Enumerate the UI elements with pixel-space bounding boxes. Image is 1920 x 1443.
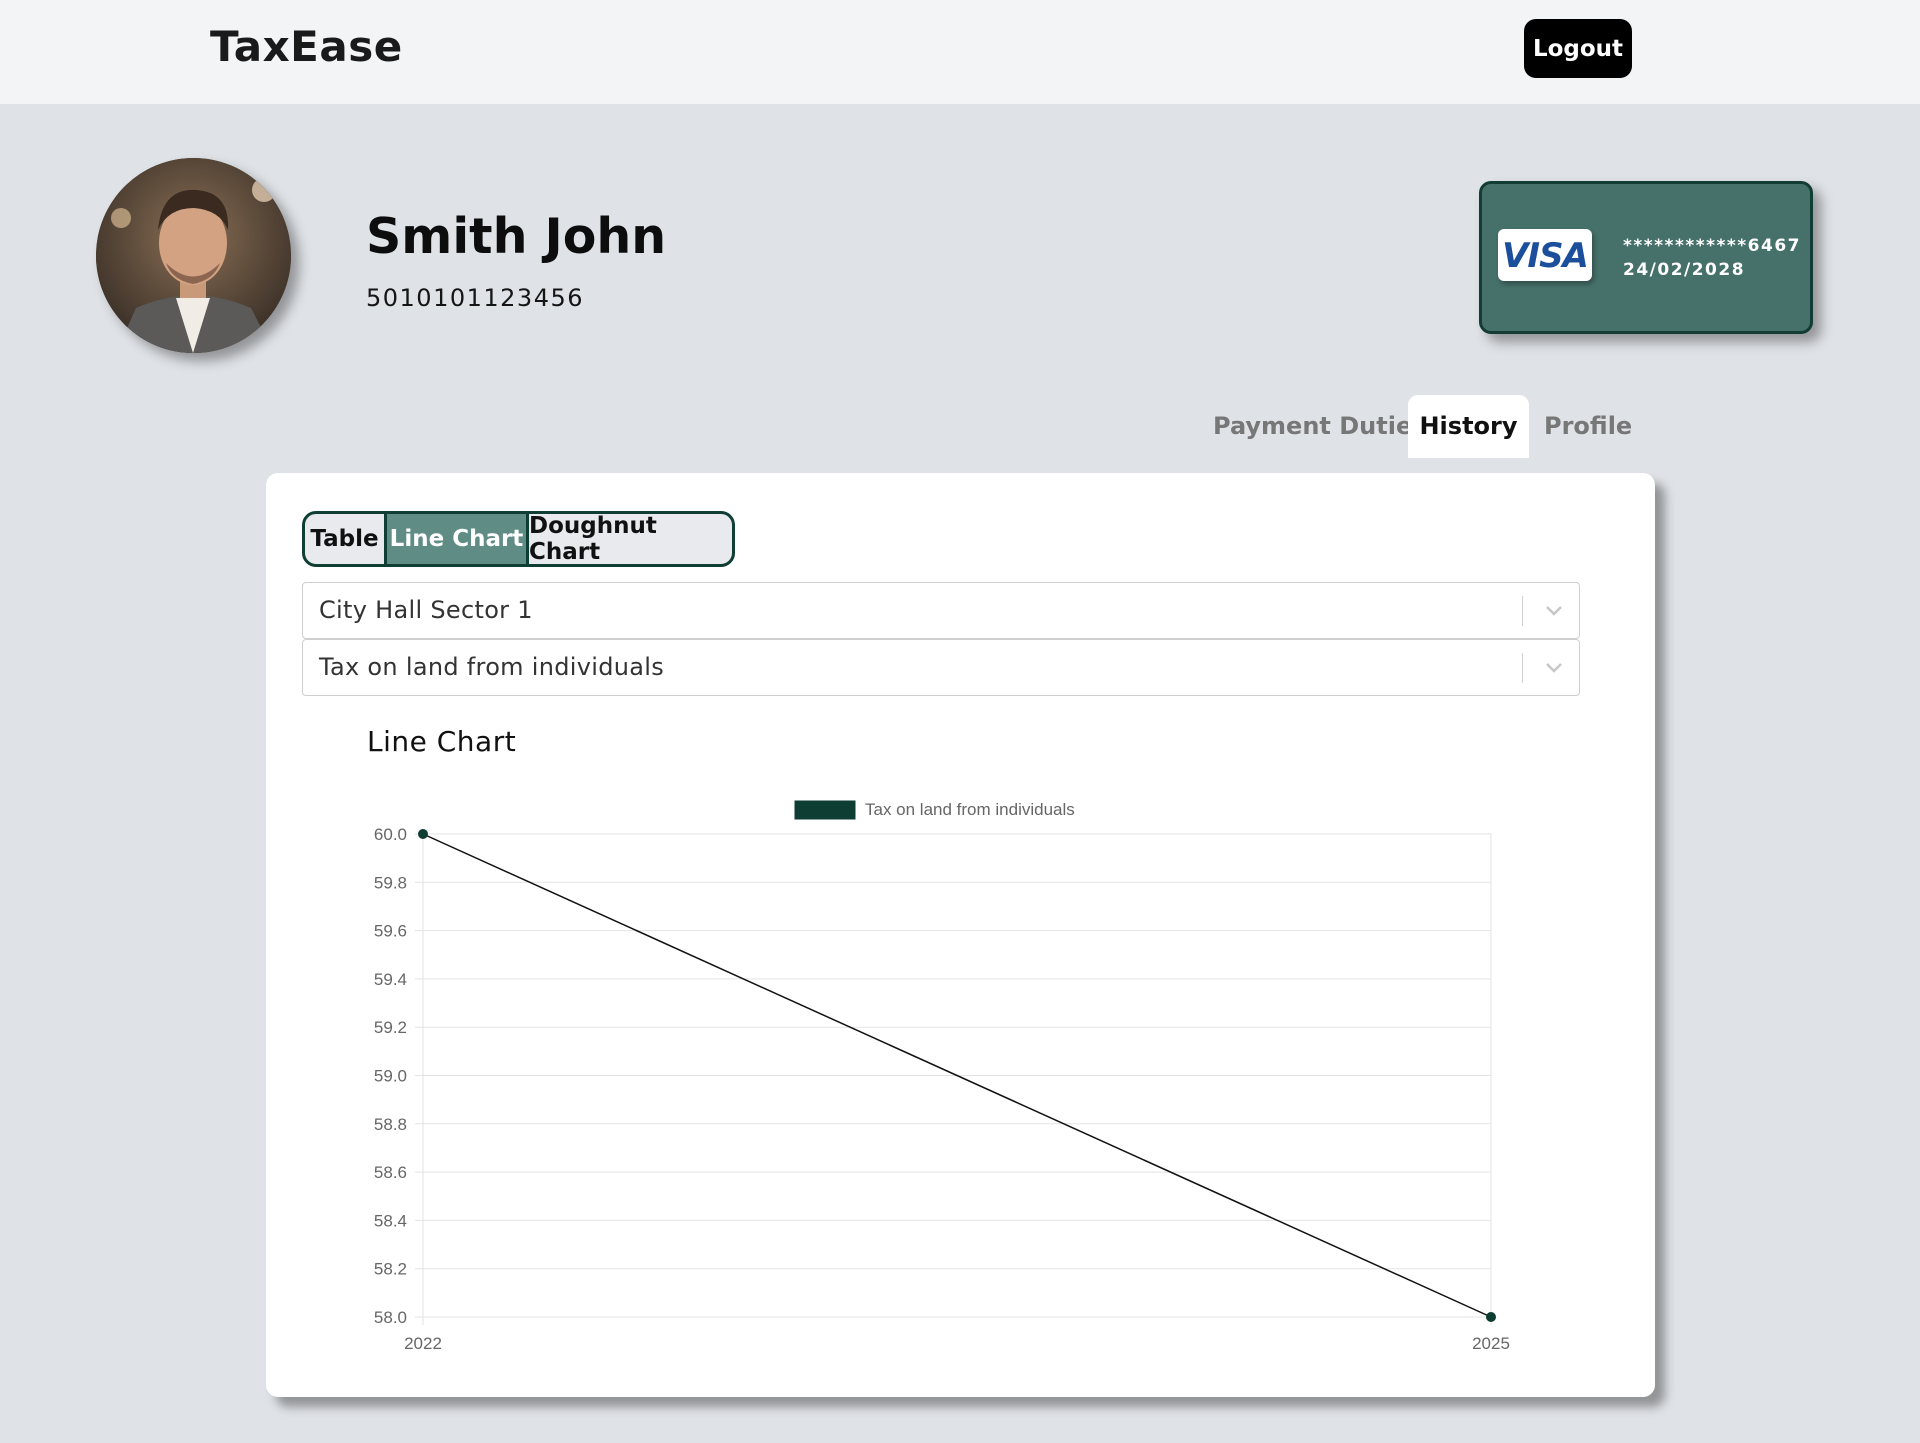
- y-tick-label: 58.2: [374, 1260, 407, 1279]
- chart-legend: Tax on land from individuals: [794, 800, 1075, 820]
- y-tick-label: 59.6: [374, 922, 407, 941]
- y-tick-label: 58.8: [374, 1115, 407, 1134]
- y-tick-label: 59.2: [374, 1018, 407, 1037]
- avatar: [96, 158, 291, 353]
- legend-swatch: [794, 800, 856, 820]
- y-tick-label: 60.0: [374, 825, 407, 844]
- data-point: [418, 829, 428, 839]
- x-tick-label: 2025: [1472, 1334, 1510, 1353]
- brand-logo[interactable]: TaxEase: [210, 22, 403, 71]
- y-tick-label: 58.4: [374, 1211, 407, 1230]
- tab-profile[interactable]: Profile: [1544, 395, 1632, 458]
- history-panel: Table Line Chart Doughnut Chart City Hal…: [266, 473, 1655, 1397]
- avatar-portrait-image: [96, 158, 291, 353]
- y-tick-label: 59.8: [374, 873, 407, 892]
- y-tick-label: 59.4: [374, 970, 407, 989]
- x-tick-label: 2022: [404, 1334, 442, 1353]
- visa-logo: VISA: [1498, 229, 1592, 281]
- visa-logo-text: VISA: [1502, 236, 1589, 276]
- legend-label: Tax on land from individuals: [865, 800, 1075, 819]
- y-tick-label: 59.0: [374, 1067, 407, 1086]
- y-tick-label: 58.6: [374, 1163, 407, 1182]
- payment-card[interactable]: VISA ************6467 24/02/2028: [1479, 181, 1813, 334]
- main-tabs: Payment Duties History Profile: [0, 395, 1920, 458]
- tab-payment-duties[interactable]: Payment Duties: [1213, 395, 1427, 458]
- tab-history[interactable]: History: [1408, 395, 1529, 458]
- user-id-number: 5010101123456: [366, 284, 585, 312]
- y-tick-label: 58.0: [374, 1308, 407, 1327]
- line-chart: Tax on land from individuals 60.0 59.8 59.…: [374, 800, 1510, 1353]
- top-bar: TaxEase Logout: [0, 0, 1920, 104]
- logout-button[interactable]: Logout: [1524, 19, 1632, 78]
- data-point: [1486, 1312, 1496, 1322]
- user-name: Smith John: [366, 208, 667, 265]
- card-expiry: 24/02/2028: [1623, 260, 1746, 280]
- card-masked-number: ************6467: [1623, 236, 1801, 256]
